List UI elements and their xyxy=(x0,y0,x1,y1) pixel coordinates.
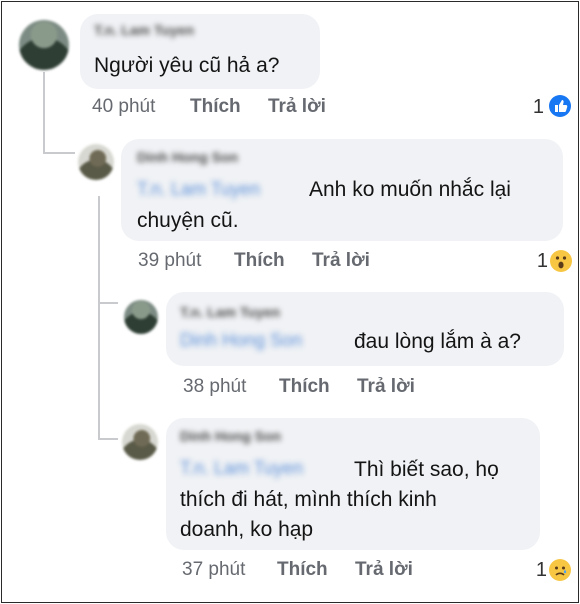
comment-text-line: thích đi hát, mình thích kinh xyxy=(180,488,437,511)
comment-bubble: T.n. Lam Tuyen Người yêu cũ hả a? xyxy=(80,14,320,89)
reply-button[interactable]: Trả lời xyxy=(355,559,413,581)
comment-bubble: Dinh Hong Son T.n. Lam Tuyen Anh ko muốn… xyxy=(121,139,563,241)
avatar[interactable] xyxy=(122,424,158,460)
avatar[interactable] xyxy=(78,144,114,180)
comment-text: Người yêu cũ hả a? xyxy=(94,54,280,77)
comment-time[interactable]: 40 phút xyxy=(92,96,155,118)
comment-author[interactable]: T.n. Lam Tuyen xyxy=(94,22,194,38)
reaction-count[interactable]: 1 xyxy=(532,250,548,273)
thread-branch xyxy=(43,152,75,154)
like-button[interactable]: Thích xyxy=(277,559,328,581)
comment-bubble: Dinh Hong Son T.n. Lam Tuyen Thì biết sa… xyxy=(166,418,540,550)
comment-time[interactable]: 37 phút xyxy=(182,559,245,581)
reply-button[interactable]: Trả lời xyxy=(312,250,370,272)
thread-branch xyxy=(98,438,118,440)
comment-text-line: doanh, ko hạp xyxy=(180,518,314,541)
comment-author[interactable]: T.n. Lam Tuyen xyxy=(180,304,280,320)
comment-text-line: chuyện cũ. xyxy=(137,209,239,232)
like-button[interactable]: Thích xyxy=(190,96,241,118)
thread-line xyxy=(98,196,100,440)
avatar[interactable] xyxy=(124,300,158,334)
comment-text: đau lòng lắm à a? xyxy=(354,330,521,353)
like-button[interactable]: Thích xyxy=(279,376,330,398)
avatar[interactable] xyxy=(19,20,69,70)
comment-time[interactable]: 38 phút xyxy=(183,376,246,398)
comment-bubble: T.n. Lam Tuyen Dinh Hong Son đau lòng lắ… xyxy=(166,292,564,366)
thread-branch xyxy=(98,302,118,304)
like-icon xyxy=(549,95,571,117)
reaction-count[interactable]: 1 xyxy=(524,96,544,119)
sad-icon xyxy=(549,559,571,581)
thread-line xyxy=(43,72,45,152)
comment-text-line: Thì biết sao, họ xyxy=(354,458,499,481)
comment-author[interactable]: Dinh Hong Son xyxy=(137,149,238,165)
mention-tag[interactable]: T.n. Lam Tuyen xyxy=(137,179,260,200)
reply-button[interactable]: Trả lời xyxy=(357,376,415,398)
comment-author[interactable]: Dinh Hong Son xyxy=(180,428,281,444)
mention-tag[interactable]: Dinh Hong Son xyxy=(180,330,302,351)
wow-icon xyxy=(550,250,572,272)
comment-time[interactable]: 39 phút xyxy=(138,250,201,272)
reply-button[interactable]: Trả lời xyxy=(268,96,326,118)
like-button[interactable]: Thích xyxy=(234,250,285,272)
mention-tag[interactable]: T.n. Lam Tuyen xyxy=(180,458,303,479)
reaction-count[interactable]: 1 xyxy=(531,559,547,582)
comment-text-line: Anh ko muốn nhắc lại xyxy=(309,178,511,201)
